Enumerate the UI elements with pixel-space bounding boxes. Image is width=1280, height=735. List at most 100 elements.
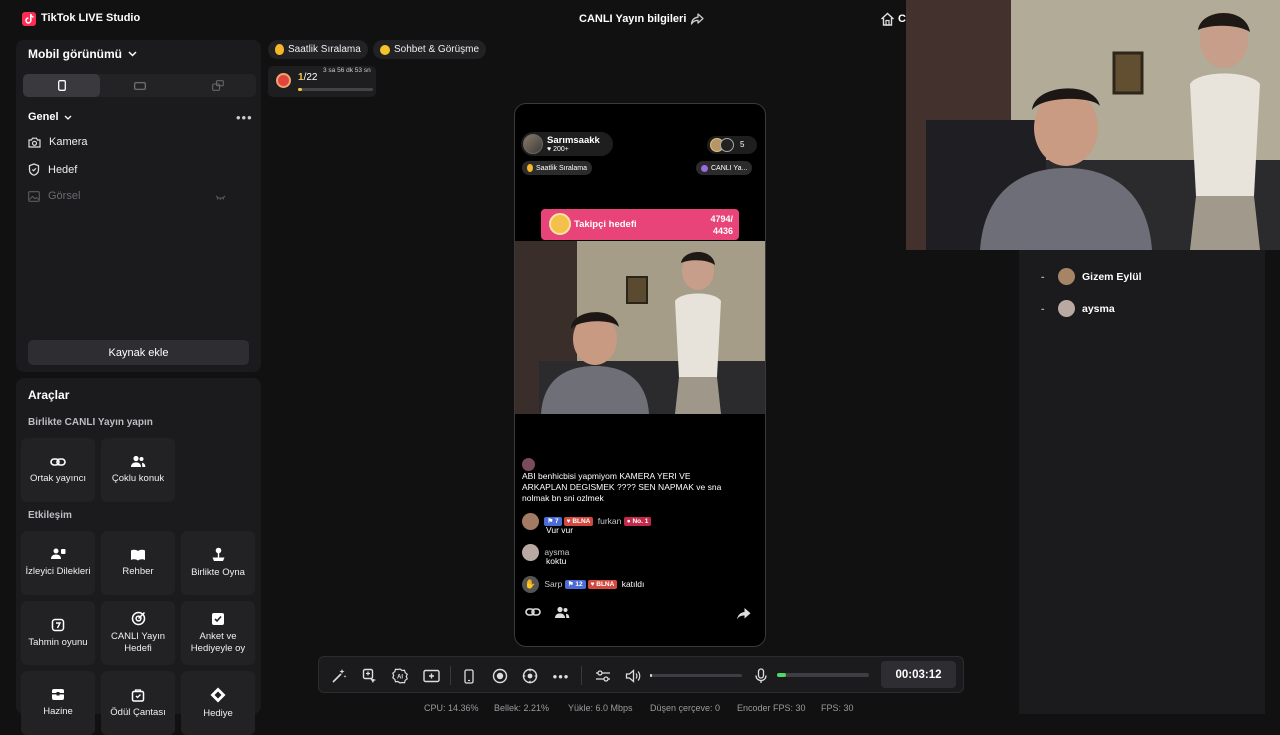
orientation-toggle bbox=[23, 74, 256, 97]
mic-level-slider[interactable] bbox=[777, 673, 869, 677]
rank-progress-fill bbox=[298, 88, 302, 91]
guest-item[interactable]: - Gizem Eylül bbox=[1041, 268, 1142, 285]
guest-avatar bbox=[1058, 268, 1075, 285]
tool-poll-gift-vote[interactable]: Anket ve Hediyeyle oy bbox=[181, 601, 255, 665]
tool-cohost[interactable]: Ortak yayıncı bbox=[21, 438, 95, 502]
wave-icon: ✋ bbox=[522, 576, 539, 593]
hourly-ranking-chip[interactable]: Saatlik Sıralama bbox=[268, 40, 368, 59]
comment-user: furkan bbox=[597, 515, 622, 526]
live-timer: 00:03:12 bbox=[881, 661, 956, 688]
cohost-link-icon[interactable] bbox=[525, 606, 541, 618]
landscape-icon bbox=[133, 81, 146, 90]
interaction-subheading: Etkileşim bbox=[28, 510, 72, 521]
stream-video-preview bbox=[515, 241, 765, 414]
source-item-image[interactable]: Görsel bbox=[28, 190, 80, 202]
tool-play-together[interactable]: Birlikte Oyna bbox=[181, 531, 255, 595]
hourly-ranking-tag: Saatlik Sıralama bbox=[522, 161, 592, 175]
tool-guide[interactable]: Rehber bbox=[101, 531, 175, 595]
speaker-icon[interactable] bbox=[624, 667, 642, 685]
live-dot-icon bbox=[701, 164, 708, 172]
chat-comment: ⚑ 7 ♥ BLNA furkan ● No. 1 bbox=[522, 513, 653, 530]
chevron-down-icon bbox=[64, 115, 72, 120]
ai-icon[interactable]: AI bbox=[391, 667, 409, 685]
comment-text: ABI benhicbisi yapmiyom KAMERA YERI VE A… bbox=[522, 471, 722, 503]
portrait-icon bbox=[57, 80, 66, 91]
tool-label: CANLI Yayın Hedefi bbox=[110, 631, 166, 654]
general-section-header[interactable]: Genel bbox=[28, 111, 72, 123]
flame-icon bbox=[527, 164, 533, 172]
tool-label: Tahmin oyunu bbox=[28, 636, 88, 648]
chip-label: Sohbet & Görüşme bbox=[394, 44, 480, 55]
tool-multi-guest[interactable]: Çoklu konuk bbox=[101, 438, 175, 502]
tool-label: Çoklu konuk bbox=[111, 473, 165, 484]
encoder-fps-stat: Encoder FPS: 30 bbox=[737, 703, 806, 713]
chevron-down-icon bbox=[128, 51, 137, 57]
chat-join: ✋ Sarp ⚑ 12 ♥ BLNA katıldı bbox=[522, 576, 644, 593]
settings-sliders-icon[interactable] bbox=[594, 667, 612, 685]
viewer-count: 5 bbox=[740, 140, 745, 149]
hourly-rank-widget[interactable]: 1/22 3 sa 56 dk 53 sn bbox=[268, 66, 376, 97]
microphone-icon[interactable] bbox=[752, 667, 770, 685]
viewer-avatar bbox=[720, 138, 734, 152]
svg-text:AI: AI bbox=[397, 675, 403, 681]
view-mode-dropdown[interactable]: Mobil görünümü bbox=[28, 47, 137, 61]
app-title: TikTok LIVE Studio bbox=[41, 12, 141, 24]
viewer-count-pill: 5 bbox=[707, 136, 757, 154]
home-icon[interactable] bbox=[880, 12, 895, 26]
phone-icon[interactable] bbox=[460, 667, 478, 685]
tool-label: Rehber bbox=[122, 566, 154, 577]
source-label: Kamera bbox=[49, 136, 88, 148]
tag-label: CANLI Ya... bbox=[711, 164, 748, 172]
tool-live-goal[interactable]: CANLI Yayın Hedefi bbox=[101, 601, 175, 665]
camera-icon bbox=[28, 137, 41, 148]
source-item-camera[interactable]: Kamera bbox=[28, 136, 88, 148]
users-icon bbox=[131, 455, 146, 467]
tool-label: İzleyici Dilekleri bbox=[25, 566, 91, 577]
magic-wand-icon[interactable] bbox=[330, 667, 348, 685]
chat-meeting-chip[interactable]: Sohbet & Görüşme bbox=[373, 40, 487, 59]
more-options-icon[interactable]: ••• bbox=[552, 667, 570, 685]
more-options-icon[interactable]: ••• bbox=[236, 110, 253, 125]
clip-icon[interactable] bbox=[521, 667, 539, 685]
guests-icon[interactable] bbox=[554, 606, 570, 619]
add-overlay-icon[interactable] bbox=[422, 667, 440, 685]
requests-icon bbox=[50, 548, 65, 559]
add-source-button[interactable]: Kaynak ekle bbox=[28, 340, 249, 365]
mic-level bbox=[777, 673, 787, 677]
landscape-button[interactable] bbox=[101, 74, 178, 97]
status-bar: CPU: 14.36% Bellek: 2.21% Yükle: 6.0 Mbp… bbox=[0, 700, 1280, 716]
effects-icon[interactable] bbox=[361, 667, 379, 685]
volume-slider[interactable] bbox=[650, 674, 742, 677]
live-tag: CANLI Ya... bbox=[696, 161, 753, 175]
rank-position: 1/22 bbox=[298, 72, 318, 83]
record-icon[interactable] bbox=[491, 667, 509, 685]
host-info-pill: Sarımsaakk ♥ 200+ bbox=[521, 132, 613, 156]
club-badge: ♥ BLNA bbox=[587, 580, 618, 589]
control-bar: AI ••• bbox=[318, 656, 964, 693]
source-item-goal[interactable]: Hedef bbox=[28, 163, 77, 176]
portrait-button[interactable] bbox=[23, 74, 100, 97]
guest-name: Gizem Eylül bbox=[1082, 270, 1142, 283]
together-subheading: Birlikte CANLI Yayın yapın bbox=[28, 417, 153, 428]
medal-icon bbox=[276, 73, 291, 88]
volume-level bbox=[650, 674, 652, 677]
rank-countdown: 3 sa 56 dk 53 sn bbox=[323, 67, 371, 74]
comment-avatar bbox=[522, 458, 535, 471]
tools-title: Araçlar bbox=[28, 388, 70, 402]
source-label: Hedef bbox=[48, 163, 78, 176]
follower-goal-banner: Takipçi hedefi 4794/ 4436 bbox=[541, 209, 739, 240]
tool-prediction-game[interactable]: Tahmin oyunu bbox=[21, 601, 95, 665]
home-label[interactable]: C bbox=[898, 13, 906, 25]
chip-label: Saatlik Sıralama bbox=[288, 44, 361, 55]
comment-avatar bbox=[522, 544, 539, 561]
view-mode-label: Mobil görünümü bbox=[28, 47, 122, 61]
tool-label: Birlikte Oyna bbox=[191, 567, 245, 578]
stream-info-title[interactable]: CANLI Yayın bilgileri bbox=[579, 13, 686, 25]
dual-layout-button[interactable] bbox=[179, 74, 256, 97]
join-text: katıldı bbox=[621, 578, 645, 589]
hidden-eye-icon[interactable] bbox=[215, 195, 226, 200]
share-arrow-icon[interactable] bbox=[736, 607, 751, 620]
guest-item[interactable]: - aysma bbox=[1041, 300, 1115, 317]
tool-viewer-requests[interactable]: İzleyici Dilekleri bbox=[21, 531, 95, 595]
share-icon[interactable] bbox=[690, 12, 704, 26]
